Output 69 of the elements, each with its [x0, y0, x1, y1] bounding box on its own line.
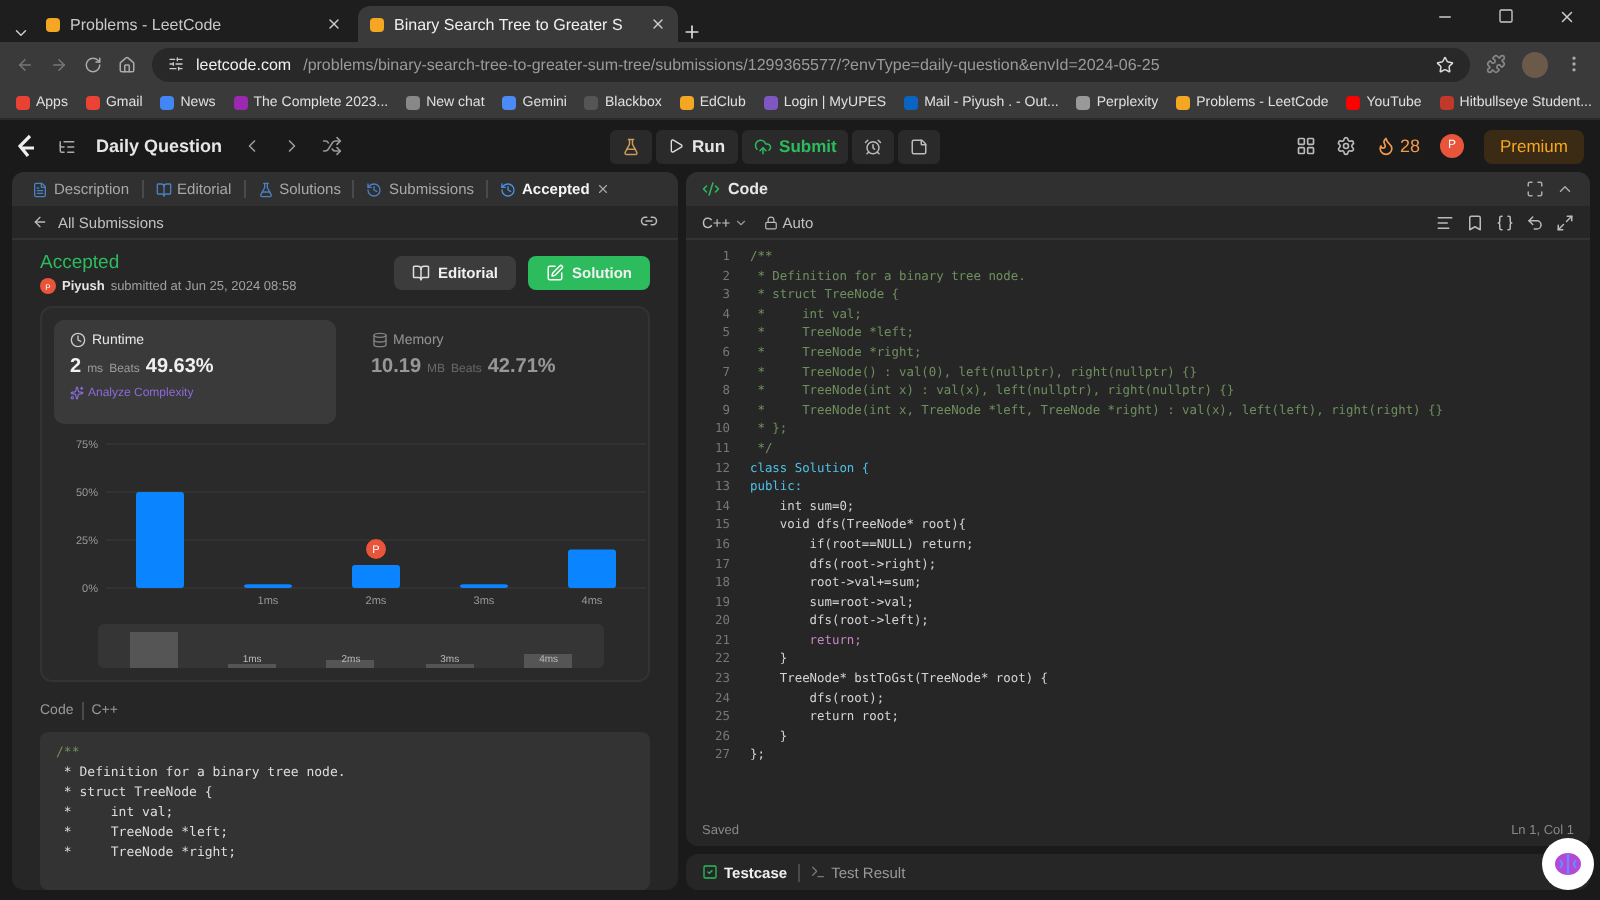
beats-percent: 49.63%: [145, 356, 214, 378]
extensions-icon[interactable]: [1486, 54, 1506, 74]
chart-bar: [568, 549, 616, 588]
close-icon[interactable]: [326, 16, 342, 32]
debug-button[interactable]: [610, 129, 653, 163]
maximize-icon[interactable]: [1498, 7, 1514, 23]
back-arrow-icon[interactable]: [32, 214, 48, 230]
lock-icon: [764, 215, 779, 229]
forward-icon[interactable]: [50, 55, 68, 73]
assistant-button[interactable]: [1542, 838, 1594, 890]
tab-icon: [366, 181, 383, 197]
chevron-down-icon[interactable]: [12, 24, 30, 42]
plus-icon[interactable]: [682, 22, 702, 42]
braces-icon[interactable]: [1496, 213, 1514, 231]
database-icon: [371, 332, 387, 348]
alarm-clock-icon: [864, 137, 883, 155]
premium-button[interactable]: Premium: [1483, 129, 1584, 163]
status-text: Accepted: [40, 252, 122, 274]
close-icon[interactable]: [1558, 7, 1576, 25]
fullscreen-icon[interactable]: [1526, 180, 1544, 198]
beats-percent: 42.71%: [487, 356, 556, 378]
expand-icon[interactable]: [1556, 213, 1574, 231]
clock-icon: [70, 332, 86, 348]
list-icon[interactable]: [58, 137, 76, 155]
chart-bar: [136, 492, 184, 588]
bookmark-star-icon[interactable]: [1436, 55, 1454, 73]
play-icon: [668, 138, 685, 154]
edit-icon: [546, 264, 564, 282]
daily-question-title[interactable]: Daily Question: [96, 136, 223, 156]
flask-icon: [622, 137, 641, 155]
note-icon: [910, 137, 929, 155]
editor-title: Code: [728, 180, 768, 198]
upload-icon: [753, 137, 772, 155]
tab-icon: [32, 181, 48, 197]
close-icon[interactable]: [650, 16, 666, 32]
site-settings-icon: [168, 56, 184, 72]
flame-icon: [1375, 136, 1396, 156]
checkbox-icon: [702, 864, 718, 880]
shuffle-icon[interactable]: [322, 136, 343, 156]
browser-tab[interactable]: Binary Search Tree to Greater S: [358, 6, 678, 42]
submit-button[interactable]: Submit: [741, 129, 849, 163]
stat-value: 2: [70, 356, 82, 378]
undo-icon[interactable]: [1526, 213, 1544, 231]
settings-icon[interactable]: [1335, 136, 1356, 156]
bookmark-icon[interactable]: [1466, 213, 1484, 231]
link-icon[interactable]: [640, 211, 658, 229]
chart-bar: [352, 564, 400, 588]
stat-value: 10.19: [371, 356, 422, 378]
collapse-icon[interactable]: [1556, 180, 1574, 198]
tab-icon: [155, 181, 172, 197]
code-icon: [702, 180, 720, 198]
tab-icon: [257, 181, 274, 197]
run-button[interactable]: Run: [656, 129, 738, 163]
terminal-icon: [809, 864, 826, 880]
close-icon[interactable]: [595, 182, 610, 196]
tab-icon: [500, 181, 517, 197]
streak-counter[interactable]: 28: [1375, 136, 1420, 156]
format-icon[interactable]: [1436, 213, 1454, 231]
notes-button[interactable]: [898, 129, 941, 163]
address-bar[interactable]: leetcode.com /problems/binary-search-tree-to-greater-sum-tree/submissions/1299365577/?envType=daily-question&envId=2024-06-25: [152, 47, 1470, 81]
browser-tab[interactable]: Problems - LeetCode: [34, 6, 354, 42]
home-icon[interactable]: [118, 55, 136, 73]
back-icon[interactable]: [16, 55, 34, 73]
layout-icon[interactable]: [1295, 136, 1316, 156]
reload-icon[interactable]: [84, 55, 102, 73]
sparkle-icon: [70, 386, 84, 400]
chevron-down-icon: [734, 215, 749, 229]
book-icon: [411, 264, 430, 282]
timer-button[interactable]: [852, 129, 895, 163]
